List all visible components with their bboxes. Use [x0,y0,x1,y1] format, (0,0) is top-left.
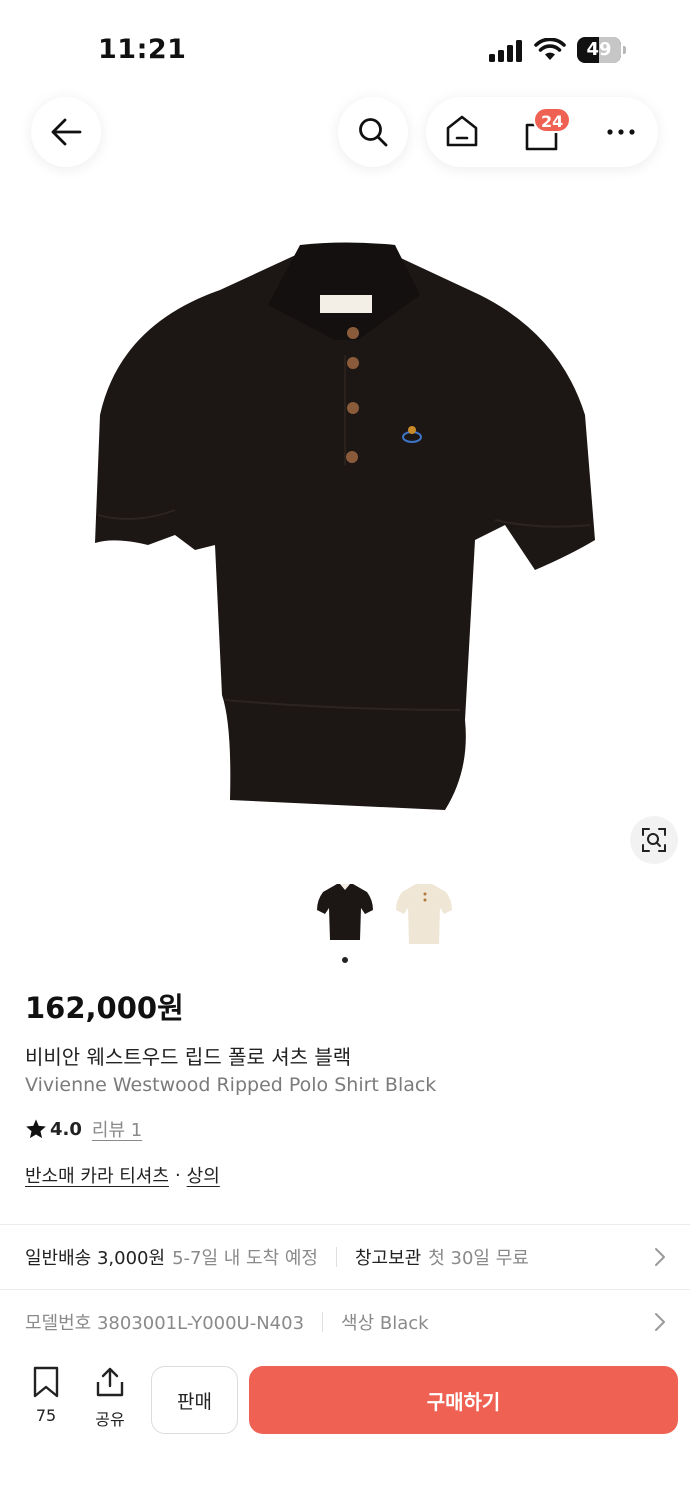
image-search-button[interactable] [630,816,678,864]
chevron-right-icon [655,1313,665,1331]
cart-count-badge: 24 [533,107,572,133]
thumbnail-cream[interactable] [394,880,454,950]
home-icon[interactable] [445,115,479,147]
star-icon [26,1119,46,1139]
rating-row: 4.0 리뷰 1 [25,1116,142,1142]
status-time: 11:21 [98,34,187,65]
buy-button[interactable]: 구매하기 [249,1366,678,1434]
polo-shirt-illustration [95,242,595,810]
shipping-label: 일반배송 3,000원 [25,1248,166,1269]
battery-percent: 49 [586,39,612,60]
more-horizontal-icon[interactable] [606,120,636,144]
shipping-detail: 5-7일 내 도착 예정 [172,1248,318,1269]
product-price: 162,000원 [25,991,184,1025]
thumbnail-strip [0,880,690,960]
nav-action-group: 24 [426,97,658,167]
status-bar: 11:21 49 [0,0,690,90]
share-label: 공유 [95,1410,125,1429]
image-search-icon [642,828,666,852]
storage-label: 창고보관 [355,1248,422,1269]
bookmark-button[interactable]: 75 [22,1366,70,1425]
search-icon [359,118,388,147]
color-label: 색상 Black [341,1313,429,1334]
search-button[interactable] [338,97,408,167]
model-number: 모델번호 3803001L-Y000U-N403 [25,1313,305,1334]
row-separator [322,1312,324,1332]
cellular-signal-icon [489,40,522,62]
category-breadcrumb: 반소매 카라 티셔츠 · 상의 [25,1162,220,1188]
product-title-en: Vivienne Westwood Ripped Polo Shirt Blac… [25,1074,437,1096]
wifi-icon [534,38,566,60]
arrow-left-icon [51,118,82,146]
battery-icon: 49 [577,37,627,63]
gallery-page-indicator [342,957,348,963]
review-link[interactable]: 리뷰 1 [92,1116,142,1142]
storage-detail: 첫 30일 무료 [428,1248,529,1269]
category-link-tops[interactable]: 상의 [187,1162,220,1188]
product-image[interactable] [0,225,690,825]
model-row[interactable]: 모델번호 3803001L-Y000U-N403 색상 Black [0,1290,690,1354]
bookmark-count: 75 [35,1406,57,1425]
bottom-action-bar: 75 공유 판매 구매하기 [0,1352,690,1500]
bookmark-icon [33,1366,59,1398]
category-link-subcategory[interactable]: 반소매 카라 티셔츠 [25,1162,169,1188]
share-icon [96,1367,124,1397]
shipping-row[interactable]: 일반배송 3,000원 5-7일 내 도착 예정 창고보관 첫 30일 무료 [0,1225,690,1289]
category-separator: · [174,1164,181,1186]
rating-value: 4.0 [50,1118,82,1140]
sell-button[interactable]: 판매 [151,1366,238,1434]
chevron-right-icon [655,1248,665,1266]
row-separator [336,1247,337,1267]
thumbnail-black[interactable] [315,880,375,950]
product-title-ko: 비비안 웨스트우드 립드 폴로 셔츠 블랙 [25,1045,352,1069]
back-button[interactable] [31,97,101,167]
share-button[interactable]: 공유 [88,1366,132,1430]
